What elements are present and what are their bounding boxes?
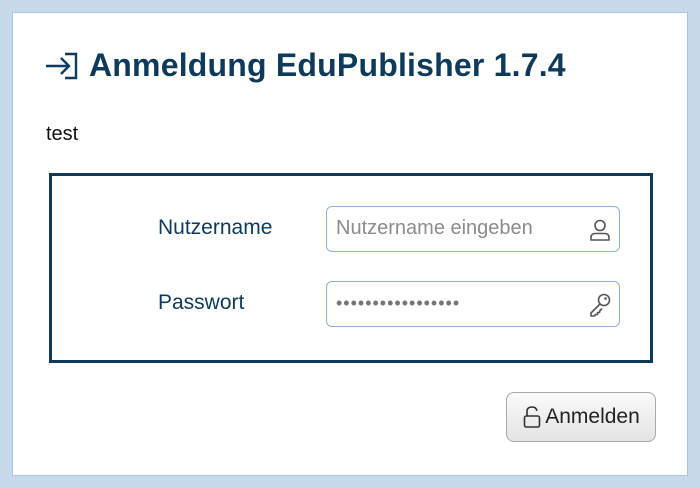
unlock-icon — [523, 406, 541, 428]
subtitle-text: test — [46, 123, 79, 145]
username-input[interactable] — [336, 207, 580, 250]
title-row: Anmeldung EduPublisher 1.7.4 — [43, 47, 566, 84]
login-dialog: Anmeldung EduPublisher 1.7.4 test Nutzer… — [12, 12, 688, 476]
password-field-wrapper — [326, 281, 620, 327]
username-label: Nutzername — [158, 216, 273, 239]
username-field-wrapper — [326, 206, 620, 252]
password-input[interactable] — [336, 282, 580, 325]
user-icon — [590, 219, 610, 241]
page-title: Anmeldung EduPublisher 1.7.4 — [89, 47, 566, 83]
login-button-label: Anmelden — [545, 405, 640, 428]
login-arrow-icon — [46, 52, 78, 79]
password-label: Passwort — [158, 291, 245, 314]
key-icon — [590, 293, 611, 317]
login-button[interactable]: Anmelden — [506, 392, 656, 442]
login-form: Nutzername Passwort — [49, 173, 653, 363]
